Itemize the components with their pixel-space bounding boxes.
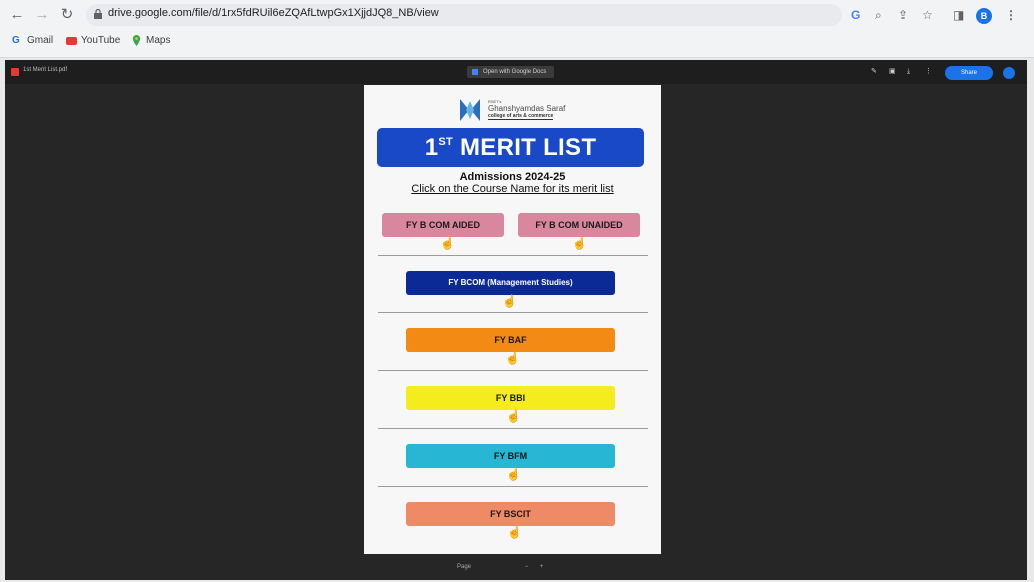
pointer-hand-icon: ☝ (506, 467, 521, 481)
profile-avatar[interactable]: B (976, 8, 992, 24)
maps-pin-icon (132, 35, 141, 46)
pointer-hand-icon: ☝ (507, 525, 522, 539)
viewer-avatar[interactable] (1003, 67, 1015, 79)
divider (378, 312, 648, 313)
divider (378, 255, 648, 256)
divider (378, 428, 648, 429)
bookmark-youtube[interactable]: YouTube (66, 35, 120, 46)
college-subtitle: college of arts & commerce (488, 113, 554, 120)
pointer-hand-icon: ☝ (506, 409, 521, 423)
download-icon[interactable]: ⤓ (907, 67, 910, 77)
print-icon[interactable]: ▣ (889, 67, 896, 77)
browser-chrome: ← → ↻ drive.google.com/file/d/1rx5fdRUil… (0, 0, 1034, 58)
open-with-button[interactable]: Open with Google Docs (467, 66, 555, 78)
title-suffix: ST (438, 136, 453, 148)
course-button-fy-bfm[interactable]: FY BFM (406, 444, 615, 468)
course-button-fy-bcom-unaided[interactable]: FY B COM UNAIDED (518, 213, 640, 237)
admissions-heading: Admissions 2024-25 (459, 171, 566, 183)
course-button-fy-bbi[interactable]: FY BBI (406, 386, 615, 410)
pointer-hand-icon: ☝ (572, 236, 587, 250)
divider (378, 486, 648, 487)
pdf-file-icon (11, 68, 19, 76)
url-text[interactable]: drive.google.com/file/d/1rx5fdRUil6eZQAf… (108, 7, 439, 19)
bookmark-maps[interactable]: Maps (131, 35, 170, 46)
divider (378, 370, 648, 371)
college-logo-icon (460, 99, 480, 121)
course-button-fy-bscit[interactable]: FY BSCIT (406, 502, 615, 526)
bookmark-gmail[interactable]: G Gmail (12, 35, 53, 46)
college-name-text: Ghanshyamdas Saraf (488, 104, 566, 113)
zoom-in-icon[interactable]: + (540, 564, 544, 570)
add-comment-icon[interactable]: ✎ (871, 67, 877, 77)
share-button[interactable]: Share (945, 66, 993, 80)
course-button-fy-baf[interactable]: FY BAF (406, 328, 615, 352)
pdf-page: RSET's Ghanshyamdas Saraf college of art… (364, 85, 661, 554)
reload-icon[interactable]: ↻ (58, 6, 76, 24)
page-controls: Page − + (457, 560, 577, 574)
side-panel-icon[interactable]: ◨ (953, 8, 964, 22)
course-button-fy-bcom-management[interactable]: FY BCOM (Management Studies) (406, 271, 615, 295)
title-text: MERIT LIST (459, 134, 597, 161)
pointer-hand-icon: ☝ (502, 294, 517, 308)
bookmark-label: Gmail (27, 35, 54, 46)
google-icon: G (12, 35, 20, 46)
pointer-hand-icon: ☝ (505, 351, 520, 365)
college-name: RSET's Ghanshyamdas Saraf (488, 99, 565, 113)
zoom-out-icon[interactable]: − (525, 564, 529, 570)
instruction-text: Click on the Course Name for its merit l… (411, 183, 614, 195)
bookmark-label: Maps (146, 35, 171, 46)
course-button-fy-bcom-aided[interactable]: FY B COM AIDED (382, 213, 504, 237)
back-arrow-icon[interactable]: ← (8, 6, 26, 24)
lock-icon (94, 9, 102, 19)
merit-list-banner: 1ST MERIT LIST (377, 128, 644, 167)
page-label: Page (457, 564, 472, 570)
bookmark-star-icon[interactable]: ☆ (922, 8, 933, 22)
google-lens-icon[interactable]: G (851, 8, 860, 22)
viewer-toolbar: 1st Merit List.pdf Open with Google Docs… (5, 60, 1027, 84)
youtube-icon (66, 36, 77, 45)
more-options-icon[interactable]: ⋮ (925, 67, 932, 77)
bookmark-label: YouTube (81, 35, 121, 46)
share-page-icon[interactable]: ⇪ (898, 8, 908, 22)
title-number: 1 (424, 134, 439, 161)
pdf-viewer: 1st Merit List.pdf Open with Google Docs… (5, 60, 1027, 580)
forward-arrow-icon[interactable]: → (33, 6, 51, 24)
zoom-icon[interactable]: ⌕ (875, 8, 882, 22)
pointer-hand-icon: ☝ (440, 236, 455, 250)
file-name: 1st Merit List.pdf (23, 67, 68, 73)
browser-menu-icon[interactable]: ⋮ (1005, 8, 1017, 22)
